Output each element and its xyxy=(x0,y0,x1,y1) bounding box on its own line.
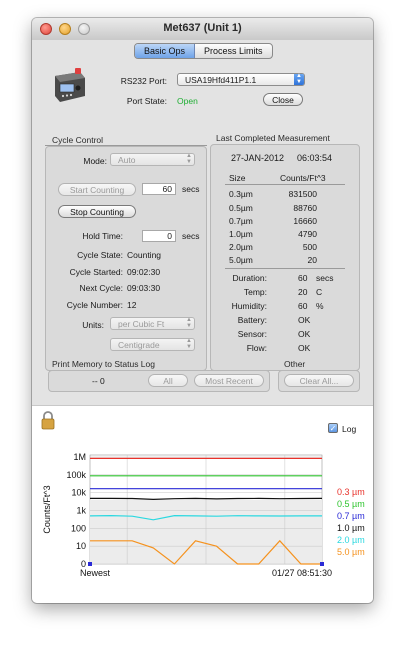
y-tick-label: 10k xyxy=(71,488,86,498)
legend-entry: 0.5 µm xyxy=(337,499,365,509)
legend-entry: 1.0 µm xyxy=(337,523,365,533)
x-label-oldest-time: 01/27 08:51:30 xyxy=(272,568,332,578)
legend-entry: 5.0 µm xyxy=(337,547,365,557)
x-label-newest: Newest xyxy=(80,568,111,578)
y-tick-label: 100k xyxy=(66,470,86,480)
range-marker-right[interactable] xyxy=(320,562,324,566)
legend-entry: 2.0 µm xyxy=(337,535,365,545)
legend-entry: 0.7 µm xyxy=(337,511,365,521)
y-tick-label: 1k xyxy=(76,506,86,516)
range-marker-left[interactable] xyxy=(88,562,92,566)
app-window: Met637 (Unit 1) Basic Ops Process Limits… xyxy=(32,18,373,603)
counts-chart: 1M100k10k1k100100Counts/Ft^3Newest 01/27 … xyxy=(42,452,365,578)
y-tick-label: 100 xyxy=(71,523,86,533)
y-axis-label: Counts/Ft^3 xyxy=(42,485,52,533)
legend-entry: 0.3 µm xyxy=(337,487,365,497)
y-tick-label: 1M xyxy=(73,452,86,462)
y-tick-label: 10 xyxy=(76,541,86,551)
